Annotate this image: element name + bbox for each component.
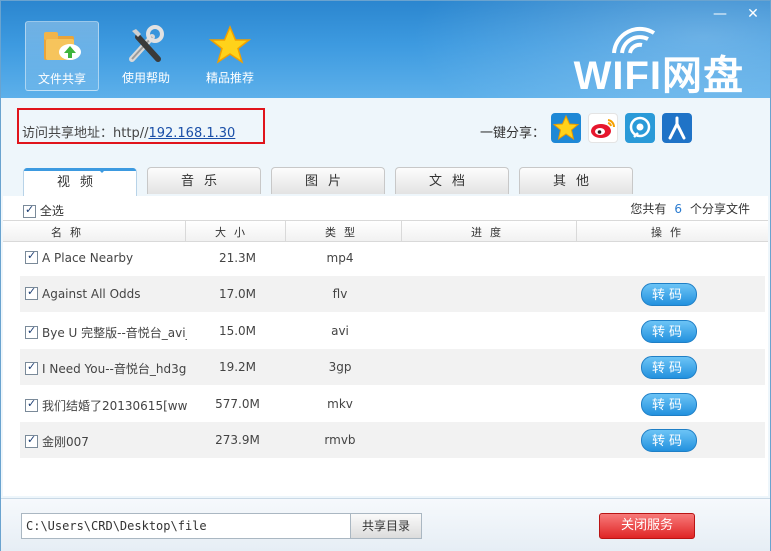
file-name: 金刚007 (42, 435, 89, 449)
nav-help[interactable]: 使用帮助 (109, 21, 183, 91)
renren-icon (668, 116, 686, 140)
weibo-icon (591, 119, 616, 138)
row-checkbox[interactable] (25, 360, 38, 375)
select-all[interactable]: 全选 (23, 202, 64, 219)
column-divider (185, 221, 186, 241)
file-count-summary: 您共有 6 个分享文件 (630, 200, 750, 217)
convert-button[interactable]: 转码 (641, 393, 697, 416)
convert-button[interactable]: 转码 (641, 283, 697, 306)
summary-prefix: 您共有 (630, 202, 667, 216)
file-type: flv (332, 287, 348, 301)
row-checkbox[interactable] (25, 324, 38, 339)
close-service-button[interactable]: 关闭服务 (599, 513, 695, 539)
star-icon (208, 25, 252, 64)
logo-text: WIFI网盘 (573, 54, 744, 98)
address-label: 访问共享地址： (22, 126, 114, 141)
row-checkbox[interactable] (25, 251, 38, 264)
address-prefix: http// (113, 126, 149, 141)
file-size: 19.2M (218, 360, 257, 374)
file-name: A Place Nearby (42, 251, 134, 265)
tab-video[interactable]: 视频 (23, 168, 137, 197)
app-logo: WIFI网盘 (544, 23, 744, 98)
select-all-label: 全选 (39, 204, 64, 218)
nav-help-label: 使用帮助 (121, 71, 170, 85)
renren-share-button[interactable] (662, 113, 692, 143)
file-name: Bye U 完整版--音悦台_avi_64 (42, 326, 187, 340)
tab-music[interactable]: 音乐 (147, 167, 261, 194)
row-checkbox[interactable] (25, 397, 38, 412)
column-divider (285, 221, 286, 241)
file-size: 273.9M (215, 433, 260, 447)
one-click-share-label: 一键分享： (480, 126, 546, 141)
file-type: mp4 (326, 251, 354, 265)
row-checkbox[interactable] (25, 433, 38, 448)
column-progress: 进度 (471, 226, 509, 239)
file-type: avi (331, 324, 349, 338)
qzone-icon (552, 114, 580, 141)
convert-button[interactable]: 转码 (641, 356, 697, 379)
file-name: I Need You--音悦台_hd3gp_1 (42, 362, 187, 376)
convert-button[interactable]: 转码 (641, 320, 697, 343)
file-row[interactable]: Bye U 完整版--音悦台_avi_64 15.0M avi 转码 (20, 313, 765, 349)
file-list-panel: 全选 您共有 6 个分享文件 名称 大小 类型 进度 操作 A Place Near… (3, 196, 768, 496)
file-row[interactable]: 金刚007 273.9M rmvb 转码 (20, 422, 765, 458)
file-type: rmvb (324, 433, 356, 447)
bottom-bar: 共享目录 关闭服务 (1, 498, 770, 551)
tencent-weibo-share-button[interactable] (625, 113, 655, 143)
tencent-weibo-icon (629, 116, 651, 138)
column-size: 大小 (215, 226, 253, 239)
column-header-row: 名称 大小 类型 进度 操作 (3, 220, 768, 242)
tab-pictures[interactable]: 图片 (271, 167, 385, 194)
tools-icon (129, 25, 164, 62)
convert-button[interactable]: 转码 (641, 429, 697, 452)
file-size: 15.0M (218, 324, 257, 338)
file-row[interactable]: 我们结婚了20130615[www 577.0M mkv 转码 (20, 386, 765, 422)
file-name-cell: Bye U 完整版--音悦台_avi_64 (25, 324, 187, 341)
file-row[interactable]: A Place Nearby 21.3M mp4 (20, 240, 765, 276)
column-type: 类型 (325, 226, 363, 239)
column-name: 名称 (51, 226, 89, 239)
folder-share-icon (44, 32, 81, 60)
column-divider (576, 221, 577, 241)
app-window: 文件共享 使用帮助 精品推荐 — ✕ WIFI网盘 访问共享地址：http//1… (0, 0, 771, 551)
share-directory-button[interactable]: 共享目录 (350, 513, 422, 539)
file-row[interactable]: Against All Odds 17.0M flv 转码 (20, 276, 765, 312)
file-row[interactable]: I Need You--音悦台_hd3gp_1 19.2M 3gp 转码 (20, 349, 765, 385)
header-bar: 文件共享 使用帮助 精品推荐 — ✕ WIFI网盘 (1, 1, 770, 98)
nav-recommend-label: 精品推荐 (205, 71, 254, 85)
file-name: Against All Odds (42, 287, 141, 301)
tab-documents[interactable]: 文档 (395, 167, 509, 194)
nav-recommend[interactable]: 精品推荐 (193, 21, 267, 91)
nav-file-share-label: 文件共享 (37, 72, 86, 86)
summary-suffix: 个分享文件 (689, 202, 750, 216)
weibo-share-button[interactable] (588, 113, 618, 143)
share-path-input[interactable] (21, 513, 351, 539)
file-type: 3gp (328, 360, 352, 374)
file-name-cell: 我们结婚了20130615[www (25, 397, 187, 414)
file-name-cell: Against All Odds (25, 287, 187, 301)
file-name: 我们结婚了20130615[www (42, 399, 187, 413)
column-action: 操作 (651, 226, 689, 239)
select-all-checkbox[interactable] (23, 203, 36, 218)
tab-other[interactable]: 其他 (519, 167, 633, 194)
row-checkbox[interactable] (25, 287, 38, 300)
file-size: 21.3M (218, 251, 257, 265)
file-size: 17.0M (218, 287, 257, 301)
column-divider (401, 221, 402, 241)
file-name-cell: 金刚007 (25, 433, 187, 450)
summary-count: 6 (674, 202, 682, 216)
share-address: 访问共享地址：http//192.168.1.30 (22, 122, 235, 141)
file-type: mkv (327, 397, 353, 411)
address-ip-link[interactable]: 192.168.1.30 (148, 126, 235, 141)
qzone-share-button[interactable] (551, 113, 581, 143)
file-name-cell: A Place Nearby (25, 251, 187, 265)
nav-file-share[interactable]: 文件共享 (25, 21, 99, 91)
file-size: 577.0M (215, 397, 260, 411)
close-window-button[interactable]: ✕ (741, 5, 765, 23)
file-name-cell: I Need You--音悦台_hd3gp_1 (25, 360, 187, 377)
minimize-button[interactable]: — (708, 5, 732, 23)
